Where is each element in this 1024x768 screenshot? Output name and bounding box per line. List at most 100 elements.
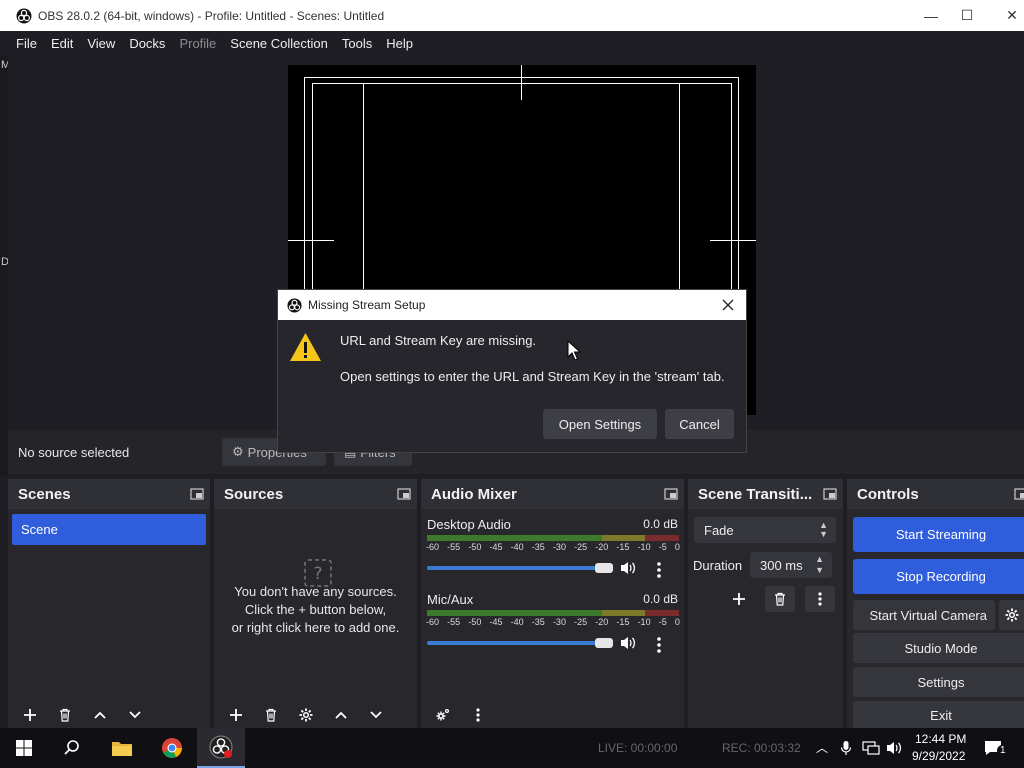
scale-tick: -15 <box>616 617 630 627</box>
trash-icon <box>775 592 785 606</box>
cancel-button[interactable]: Cancel <box>665 409 734 439</box>
more-options-icon <box>818 592 822 606</box>
scale-tick: -20 <box>595 542 609 552</box>
close-icon <box>722 299 734 311</box>
remove-transition-button[interactable] <box>765 586 795 612</box>
undock-icon[interactable] <box>397 487 411 501</box>
scale-tick: -40 <box>510 617 524 627</box>
guide-line <box>288 240 334 241</box>
virtual-camera-settings-button[interactable] <box>999 600 1024 630</box>
start-virtual-camera-button[interactable]: Start Virtual Camera <box>853 600 995 630</box>
file-explorer-button[interactable] <box>98 728 146 768</box>
no-source-label: No source selected <box>18 445 130 460</box>
close-window-button[interactable]: ✕ <box>989 0 1024 31</box>
advanced-audio-button[interactable] <box>427 702 459 728</box>
channel-db: 0.0 dB <box>643 592 678 606</box>
move-source-down-button[interactable] <box>360 702 392 728</box>
volume-slider[interactable] <box>427 641 613 645</box>
clock-date[interactable]: 9/29/2022 <box>912 749 965 763</box>
volume-meter <box>427 535 679 541</box>
channel-name: Desktop Audio <box>427 517 511 532</box>
add-source-button[interactable] <box>220 702 252 728</box>
source-properties-button[interactable] <box>290 702 322 728</box>
sources-list[interactable]: ? You don't have any sources. Click the … <box>214 509 417 729</box>
menu-edit[interactable]: Edit <box>44 31 80 56</box>
menu-bar: File Edit View Docks Profile Scene Colle… <box>0 31 1024 56</box>
undock-icon[interactable] <box>190 487 204 501</box>
studio-mode-button[interactable]: Studio Mode <box>853 633 1024 663</box>
move-source-up-button[interactable] <box>325 702 357 728</box>
move-scene-up-button[interactable] <box>84 702 116 728</box>
volume-icon[interactable] <box>885 740 903 756</box>
transition-properties-button[interactable] <box>805 586 835 612</box>
clock-time[interactable]: 12:44 PM <box>915 732 966 746</box>
menu-tools[interactable]: Tools <box>335 31 379 56</box>
open-settings-button[interactable]: Open Settings <box>543 409 657 439</box>
remove-source-button[interactable] <box>255 702 287 728</box>
tray-expand-icon[interactable]: ︿ <box>816 739 828 756</box>
move-scene-down-button[interactable] <box>119 702 151 728</box>
volume-meter <box>427 610 679 616</box>
dialog-titlebar: Missing Stream Setup <box>278 290 746 320</box>
no-sources-line-1: You don't have any sources. <box>234 584 397 599</box>
volume-slider-handle[interactable] <box>595 638 613 648</box>
scenes-list[interactable]: Scene <box>8 509 210 729</box>
dialog-close-button[interactable] <box>718 295 738 315</box>
window-titlebar: OBS 28.0.2 (64-bit, windows) - Profile: … <box>0 0 1024 31</box>
dialog-message-primary: URL and Stream Key are missing. <box>340 333 537 348</box>
warning-icon <box>290 333 321 361</box>
scale-tick: -25 <box>574 542 588 552</box>
exit-button[interactable]: Exit <box>853 701 1024 729</box>
spin-arrows-icon[interactable]: ▲ ▼ <box>815 554 824 576</box>
menu-view[interactable]: View <box>80 31 122 56</box>
mixer-menu-button[interactable] <box>462 702 494 728</box>
guide-line <box>521 65 522 100</box>
speaker-icon[interactable] <box>619 635 637 651</box>
no-sources-message: You don't have any sources. Click the + … <box>214 583 417 637</box>
volume-slider-handle[interactable] <box>595 563 613 573</box>
add-scene-button[interactable] <box>14 702 46 728</box>
network-icon[interactable] <box>862 740 880 756</box>
menu-profile[interactable]: Profile <box>172 31 223 56</box>
undock-icon[interactable] <box>823 487 837 501</box>
scene-item[interactable]: Scene <box>12 514 206 545</box>
scale-tick: 0 <box>674 617 680 627</box>
duration-spinbox[interactable]: 300 ms ▲ ▼ <box>750 552 832 578</box>
undock-icon[interactable] <box>1014 487 1024 501</box>
maximize-button[interactable]: ☐ <box>944 0 990 31</box>
stop-recording-button[interactable]: Stop Recording <box>853 559 1024 594</box>
undock-icon[interactable] <box>664 487 678 501</box>
remove-scene-button[interactable] <box>49 702 81 728</box>
gears-icon <box>436 708 450 721</box>
menu-docks[interactable]: Docks <box>122 31 172 56</box>
controls-dock: Controls Start Streaming Stop Recording … <box>847 479 1024 729</box>
add-transition-button[interactable] <box>724 586 754 612</box>
duration-label: Duration <box>693 558 743 573</box>
start-button[interactable] <box>0 728 48 768</box>
settings-button[interactable]: Settings <box>853 667 1024 697</box>
scene-transitions-body: Fade ▲ ▼ Duration 300 ms ▲ ▼ <box>688 509 843 729</box>
search-button[interactable] <box>48 728 96 768</box>
more-options-icon[interactable] <box>649 635 669 655</box>
chrome-button[interactable] <box>148 728 196 768</box>
obs-taskbar-button[interactable] <box>197 728 245 768</box>
start-streaming-button[interactable]: Start Streaming <box>853 517 1024 552</box>
transition-select[interactable]: Fade ▲ ▼ <box>694 517 836 543</box>
microphone-icon[interactable] <box>840 740 852 756</box>
chevron-up-icon <box>94 711 106 719</box>
transition-selected: Fade <box>704 522 734 538</box>
audio-mixer-header: Audio Mixer <box>421 479 684 509</box>
more-options-icon[interactable] <box>649 560 669 580</box>
meter-scale: -60 -55 -50 -45 -40 -35 -30 -25 -20 -15 … <box>426 617 680 627</box>
sources-toolbar <box>214 701 417 729</box>
volume-slider[interactable] <box>427 566 613 570</box>
scale-tick: -5 <box>658 542 667 552</box>
menu-file[interactable]: File <box>9 31 44 56</box>
scale-tick: -10 <box>637 542 651 552</box>
channel-name: Mic/Aux <box>427 592 474 607</box>
menu-help[interactable]: Help <box>379 31 420 56</box>
menu-scene-collection[interactable]: Scene Collection <box>223 31 335 56</box>
scale-tick: -10 <box>637 617 651 627</box>
no-sources-line-3: or right click here to add one. <box>231 620 400 635</box>
speaker-icon[interactable] <box>619 560 637 576</box>
